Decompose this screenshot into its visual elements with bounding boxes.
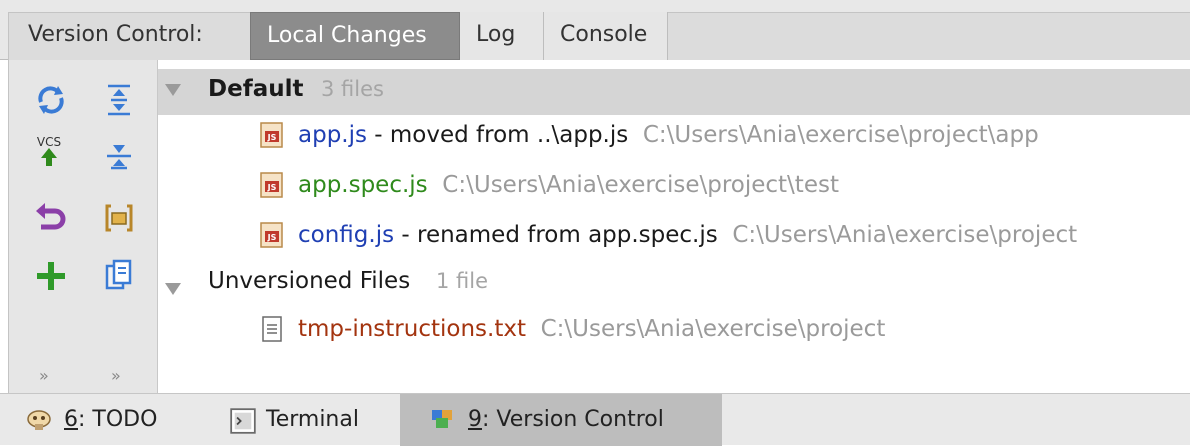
changelist-default-count: 3 files bbox=[321, 77, 384, 101]
more-actions-left[interactable]: » bbox=[39, 366, 49, 385]
file-name: app.spec.js bbox=[298, 172, 428, 198]
rollback-icon[interactable] bbox=[31, 198, 71, 238]
file-note: - moved from ..\app.js bbox=[366, 122, 629, 148]
collapse-all-icon[interactable] bbox=[99, 136, 139, 176]
more-actions-right[interactable]: » bbox=[111, 366, 121, 385]
version-control-icon bbox=[430, 406, 456, 432]
todo-button[interactable]: 6: TODO bbox=[26, 394, 196, 446]
changelist-default-row[interactable] bbox=[158, 69, 1190, 115]
js-file-icon: JS bbox=[260, 122, 284, 148]
file-path: C:\Users\Ania\exercise\project\test bbox=[442, 172, 839, 198]
terminal-label: Terminal bbox=[266, 407, 359, 432]
tab-local-changes[interactable]: Local Changes bbox=[250, 12, 460, 60]
svg-text:JS: JS bbox=[267, 133, 277, 142]
file-path: C:\Users\Ania\exercise\project bbox=[540, 316, 886, 342]
changelist-default-name: Default bbox=[208, 76, 304, 102]
tool-window-bar: 6: TODO Terminal 9: Version Control bbox=[0, 393, 1190, 446]
js-file-icon: JS bbox=[260, 172, 284, 198]
file-note: - renamed from app.spec.js bbox=[394, 222, 718, 248]
file-path: C:\Users\Ania\exercise\project\app bbox=[642, 122, 1039, 148]
file-row-tmp-instructions[interactable]: tmp-instructions.txt C:\Users\Ania\exerc… bbox=[298, 316, 885, 342]
text-file-icon bbox=[260, 316, 284, 342]
changes-toolbar: VCS » » bbox=[8, 60, 158, 393]
file-path: C:\Users\Ania\exercise\project bbox=[732, 222, 1078, 248]
changelist-default-toggle-icon[interactable] bbox=[165, 84, 181, 96]
todo-mnemonic: 6 bbox=[64, 407, 78, 432]
copy-icon[interactable] bbox=[99, 256, 139, 296]
vcs-update-text: VCS bbox=[37, 135, 61, 149]
changelist-unversioned-count: 1 file bbox=[436, 269, 489, 293]
version-control-label: : Version Control bbox=[482, 407, 664, 432]
refresh-icon[interactable] bbox=[31, 80, 71, 120]
version-control-mnemonic: 9 bbox=[468, 407, 482, 432]
tool-window-header: Version Control: Local Changes Log Conso… bbox=[0, 0, 1190, 60]
file-name: app.js bbox=[298, 122, 367, 148]
js-file-icon: JS bbox=[260, 222, 284, 248]
file-row-config-js[interactable]: config.js - renamed from app.spec.js C:\… bbox=[298, 222, 1077, 248]
version-control-button[interactable]: 9: Version Control bbox=[400, 394, 722, 446]
vcs-update-icon[interactable]: VCS bbox=[29, 132, 69, 172]
file-name: tmp-instructions.txt bbox=[298, 316, 526, 342]
svg-text:JS: JS bbox=[267, 183, 277, 192]
tab-log[interactable]: Log bbox=[460, 12, 544, 60]
terminal-icon bbox=[230, 408, 256, 434]
shelve-icon[interactable] bbox=[99, 198, 139, 238]
terminal-button[interactable]: Terminal bbox=[230, 394, 400, 446]
file-name: config.js bbox=[298, 222, 395, 248]
add-icon[interactable] bbox=[31, 256, 71, 296]
todo-icon bbox=[26, 406, 52, 432]
changes-tree: Default 3 files JS app.js - moved from .… bbox=[158, 60, 1190, 393]
tool-window-title: Version Control: bbox=[28, 22, 203, 47]
svg-text:JS: JS bbox=[267, 233, 277, 242]
file-row-app-spec-js[interactable]: app.spec.js C:\Users\Ania\exercise\proje… bbox=[298, 172, 839, 198]
file-row-app-js[interactable]: app.js - moved from ..\app.js C:\Users\A… bbox=[298, 122, 1039, 148]
expand-all-icon[interactable] bbox=[99, 80, 139, 120]
unversioned-toggle-icon[interactable] bbox=[165, 283, 181, 295]
tab-console[interactable]: Console bbox=[544, 12, 668, 60]
todo-label: : TODO bbox=[78, 407, 158, 432]
changelist-unversioned-name[interactable]: Unversioned Files bbox=[208, 268, 410, 294]
